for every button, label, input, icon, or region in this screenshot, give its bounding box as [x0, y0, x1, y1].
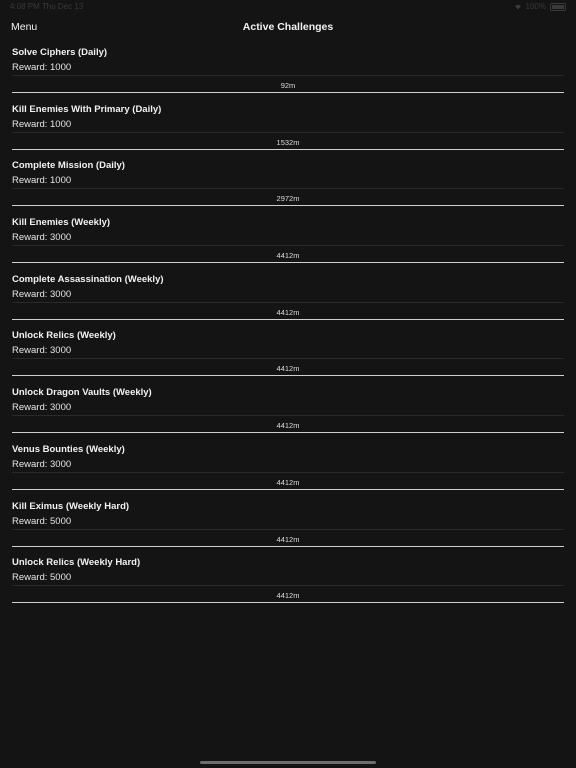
challenge-reward: Reward: 1000 — [12, 119, 71, 130]
status-bar: 4:08 PM Thu Dec 13 100% — [0, 0, 576, 14]
reward-value: 1000 — [50, 175, 72, 187]
challenge-time-left: 4412m — [276, 364, 300, 374]
item-divider — [12, 602, 564, 604]
item-divider — [12, 148, 564, 150]
challenge-time-left: 4412m — [276, 421, 300, 431]
item-divider — [12, 488, 564, 490]
reward-value: 3000 — [50, 402, 72, 414]
challenge-title: Unlock Relics (Weekly) — [12, 330, 116, 342]
app-screen: 4:08 PM Thu Dec 13 100% Menu Active Chal… — [0, 0, 576, 768]
challenge-item[interactable]: Kill Enemies (Weekly) Reward: 3000 4412m — [0, 212, 576, 269]
reward-label: Reward: — [12, 288, 48, 300]
reward-value: 3000 — [50, 288, 72, 300]
challenge-title: Unlock Dragon Vaults (Weekly) — [12, 387, 152, 399]
status-right: 100% — [514, 2, 566, 11]
item-separator — [12, 415, 564, 417]
status-time: 4:08 PM Thu Dec 13 — [10, 2, 84, 11]
reward-value: 5000 — [50, 572, 72, 584]
challenge-time-left: 1532m — [276, 137, 300, 147]
navigation-bar: Menu Active Challenges — [0, 16, 576, 40]
challenge-reward: Reward: 3000 — [12, 232, 71, 243]
reward-label: Reward: — [12, 458, 48, 470]
challenge-item[interactable]: Unlock Relics (Weekly Hard) Reward: 5000… — [0, 552, 576, 609]
item-separator — [12, 75, 564, 76]
challenge-time-left: 4412m — [276, 591, 300, 601]
challenge-time-left: 4412m — [276, 251, 300, 261]
challenge-item[interactable]: Complete Mission (Daily) Reward: 1000 29… — [0, 155, 576, 212]
reward-value: 3000 — [50, 232, 72, 244]
challenge-item[interactable]: Kill Eximus (Weekly Hard) Reward: 5000 4… — [0, 496, 576, 553]
challenge-time-left: 4412m — [276, 477, 300, 487]
item-divider — [12, 262, 564, 264]
reward-label: Reward: — [12, 515, 48, 527]
challenge-time-left: 92m — [280, 81, 296, 90]
item-separator — [12, 528, 564, 530]
challenge-reward: Reward: 1000 — [12, 62, 71, 73]
challenge-title: Venus Bounties (Weekly) — [12, 443, 125, 455]
item-divider — [12, 92, 564, 93]
item-separator — [12, 585, 564, 587]
battery-percent: 100% — [525, 2, 546, 11]
item-divider — [12, 432, 564, 434]
challenge-reward: Reward: 3000 — [12, 459, 71, 470]
challenge-title: Complete Mission (Daily) — [12, 160, 125, 172]
item-separator — [12, 188, 564, 190]
challenge-time-left: 2972m — [276, 194, 300, 204]
reward-label: Reward: — [12, 175, 48, 187]
reward-value: 3000 — [50, 345, 72, 357]
item-separator — [12, 358, 564, 360]
reward-value: 3000 — [50, 458, 72, 470]
reward-label: Reward: — [12, 345, 48, 357]
challenge-item[interactable]: Kill Enemies With Primary (Daily) Reward… — [0, 99, 576, 156]
reward-label: Reward: — [12, 402, 48, 414]
item-separator — [12, 245, 564, 247]
reward-label: Reward: — [12, 118, 48, 130]
challenge-reward: Reward: 3000 — [12, 345, 71, 356]
challenge-item[interactable]: Unlock Dragon Vaults (Weekly) Reward: 30… — [0, 382, 576, 439]
reward-label: Reward: — [12, 232, 48, 244]
battery-icon — [550, 2, 566, 11]
challenge-title: Unlock Relics (Weekly Hard) — [12, 557, 141, 569]
item-divider — [12, 318, 564, 320]
item-separator — [12, 471, 564, 473]
challenge-time-left: 4412m — [276, 307, 300, 317]
item-separator — [12, 131, 564, 133]
challenge-reward: Reward: 3000 — [12, 289, 71, 300]
page-title: Active Challenges — [242, 21, 334, 33]
challenge-time-left: 4412m — [276, 534, 300, 544]
challenge-reward: Reward: 1000 — [12, 175, 71, 186]
challenge-item[interactable]: Solve Ciphers (Daily) Reward: 1000 92m — [0, 42, 576, 99]
challenge-reward: Reward: 3000 — [12, 402, 71, 413]
item-separator — [12, 301, 564, 303]
item-divider — [12, 545, 564, 547]
item-divider — [12, 375, 564, 377]
challenge-list: Solve Ciphers (Daily) Reward: 1000 92m K… — [0, 42, 576, 609]
challenge-item[interactable]: Venus Bounties (Weekly) Reward: 3000 441… — [0, 439, 576, 496]
challenge-title: Kill Enemies (Weekly) — [12, 217, 111, 229]
home-indicator[interactable] — [200, 761, 376, 764]
item-divider — [12, 205, 564, 207]
challenge-item[interactable]: Complete Assassination (Weekly) Reward: … — [0, 269, 576, 326]
challenge-item[interactable]: Unlock Relics (Weekly) Reward: 3000 4412… — [0, 325, 576, 382]
challenge-title: Complete Assassination (Weekly) — [12, 273, 164, 285]
reward-value: 1000 — [50, 118, 72, 130]
wifi-icon — [514, 4, 521, 10]
challenge-title: Solve Ciphers (Daily) — [12, 47, 108, 58]
reward-label: Reward: — [12, 572, 48, 584]
challenge-title: Kill Eximus (Weekly Hard) — [12, 500, 130, 512]
challenge-reward: Reward: 5000 — [12, 516, 71, 527]
reward-value: 1000 — [50, 62, 72, 73]
challenge-reward: Reward: 5000 — [12, 572, 71, 583]
reward-value: 5000 — [50, 515, 72, 527]
challenge-title: Kill Enemies With Primary (Daily) — [12, 103, 162, 115]
reward-label: Reward: — [12, 62, 48, 73]
